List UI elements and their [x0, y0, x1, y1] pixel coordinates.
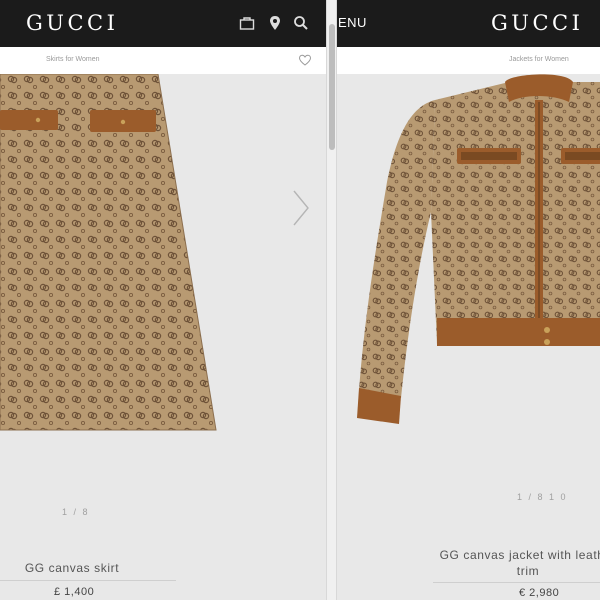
- gg-canvas-skirt-image[interactable]: [0, 74, 226, 436]
- right-browser-pane: ENU GUCCI Jackets for Women 1 / 8 1 0 GG…: [337, 0, 600, 600]
- gg-canvas-jacket-image[interactable]: [357, 72, 600, 430]
- shopping-bag-icon[interactable]: [238, 14, 256, 32]
- left-pocket-trim: [0, 110, 58, 130]
- site-header: GUCCI: [0, 0, 326, 47]
- image-pager: 1 / 8 1 0: [517, 492, 568, 502]
- scrollbar-thumb[interactable]: [329, 24, 335, 150]
- breadcrumb[interactable]: Skirts for Women: [46, 56, 100, 63]
- product-name[interactable]: GG canvas jacket with leather trim: [433, 547, 600, 579]
- gucci-logo[interactable]: GUCCI: [26, 11, 118, 35]
- left-browser-pane: GUCCI Skirts for Women 1 / 8 GG canvas s…: [0, 0, 326, 600]
- next-image-arrow-icon[interactable]: [290, 188, 312, 228]
- product-name[interactable]: GG canvas skirt: [0, 561, 144, 575]
- product-price: € 2,980: [519, 587, 560, 599]
- location-pin-icon[interactable]: [266, 14, 284, 32]
- search-icon[interactable]: [292, 14, 310, 32]
- menu-button[interactable]: ENU: [338, 15, 367, 30]
- breadcrumb[interactable]: Jackets for Women: [509, 56, 569, 63]
- image-pager: 1 / 8: [62, 507, 90, 517]
- gucci-logo[interactable]: GUCCI: [491, 11, 583, 35]
- vertical-scrollbar[interactable]: [326, 0, 337, 600]
- site-header: ENU GUCCI: [337, 0, 600, 47]
- category-bar: Skirts for Women: [0, 47, 326, 74]
- category-bar: Jackets for Women: [337, 47, 600, 74]
- divider: [433, 582, 600, 583]
- divider: [0, 580, 176, 581]
- heart-icon[interactable]: [298, 53, 312, 67]
- product-price: £ 1,400: [54, 586, 95, 598]
